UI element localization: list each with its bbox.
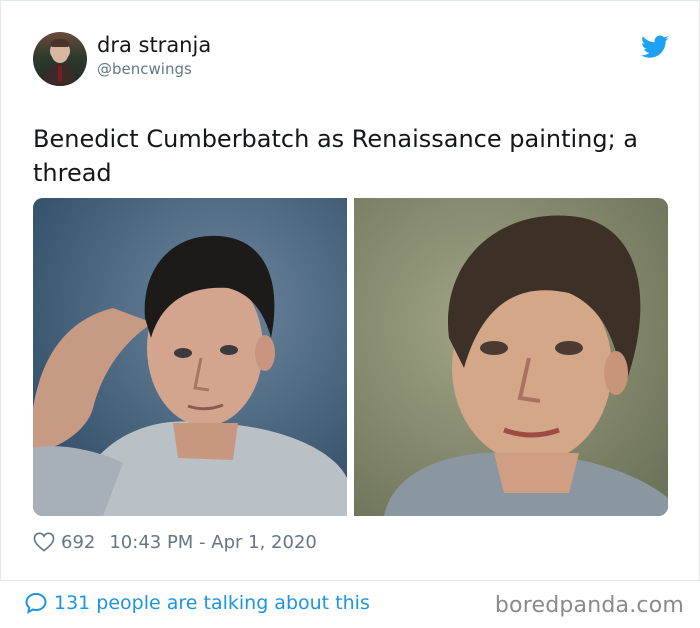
tweet-timestamp[interactable]: 10:43 PM - Apr 1, 2020 [109, 532, 316, 553]
display-name[interactable]: dra stranja [97, 33, 211, 57]
talking-label: 131 people are talking about this [54, 592, 370, 614]
tweet-meta: 692 10:43 PM - Apr 1, 2020 [33, 530, 317, 554]
photo-of-man-grey-tshirt [33, 198, 347, 516]
speech-bubble-icon [25, 592, 47, 614]
twitter-bird-icon[interactable] [641, 35, 669, 59]
user-avatar[interactable] [33, 32, 87, 86]
avatar-tie [58, 66, 62, 82]
heart-outline-icon[interactable] [33, 532, 55, 552]
tweet-footer: 131 people are talking about this boredp… [0, 581, 700, 628]
tweet-card: dra stranja @bencwings Benedict Cumberba… [0, 0, 700, 580]
boredpanda-watermark: boredpanda.com [494, 593, 684, 618]
avatar-hair [51, 39, 69, 47]
tweet-photo-left[interactable] [33, 198, 347, 516]
like-count[interactable]: 692 [61, 532, 95, 553]
talking-link[interactable]: 131 people are talking about this [24, 591, 370, 615]
tweet-text: Benedict Cumberbatch as Renaissance pain… [33, 125, 639, 187]
tweet-photo-right[interactable] [354, 198, 668, 516]
user-handle[interactable]: @bencwings [97, 60, 192, 78]
renaissance-style-painting-portrait [354, 198, 668, 516]
